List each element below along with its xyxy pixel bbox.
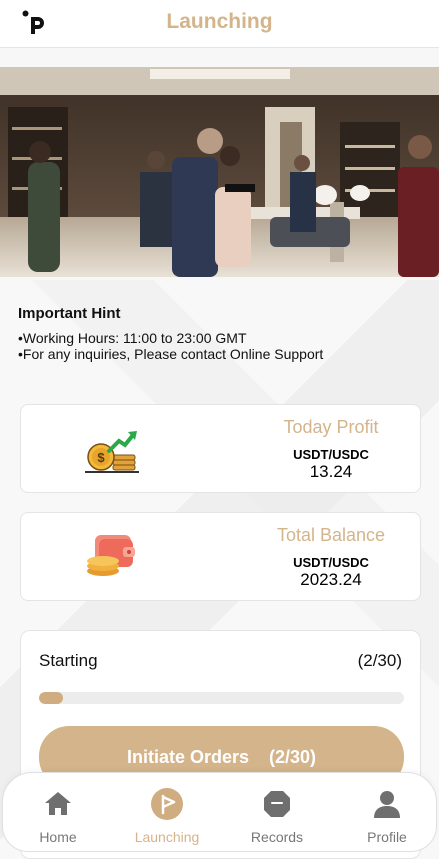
octagon-icon — [264, 791, 290, 817]
nav-item-records[interactable]: Records — [232, 787, 322, 845]
today-profit-label: Today Profit — [283, 417, 379, 437]
hint-line-text: For any inquiries, Please contact Online… — [22, 346, 324, 362]
today-profit-card: $ Today Profit USDT/USDC 13.24 — [20, 404, 421, 493]
wallet-coins-icon — [87, 535, 135, 576]
progress-bar — [39, 692, 404, 704]
page-title: Launching — [166, 10, 273, 33]
nav-label: Launching — [134, 829, 200, 845]
progress-label: Starting — [39, 651, 98, 670]
coins-growth-icon: $ — [85, 431, 139, 473]
important-hint: Important Hint •Working Hours: 11:00 to … — [18, 305, 323, 362]
total-balance-unit: USDT/USDC — [293, 555, 369, 570]
total-balance-value: 2023.24 — [300, 570, 362, 589]
progress-bar-fill — [39, 692, 64, 704]
flag-icon — [151, 788, 183, 820]
hint-line-text: Working Hours: 11:00 to 23:00 GMT — [22, 330, 247, 346]
top-header: Launching — [0, 0, 439, 48]
nav-label: Profile — [367, 829, 407, 845]
nav-item-launching[interactable]: Launching — [122, 787, 212, 845]
today-profit-value: 13.24 — [309, 462, 353, 481]
nav-label: Records — [250, 829, 304, 845]
total-balance-label: Total Balance — [276, 525, 386, 545]
total-balance-card: Total Balance USDT/USDC 2023.24 — [20, 512, 421, 601]
today-profit-unit: USDT/USDC — [293, 447, 369, 462]
hint-line: •For any inquiries, Please contact Onlin… — [18, 346, 324, 362]
svg-text:$: $ — [97, 450, 105, 465]
user-icon — [374, 791, 400, 818]
bottom-navigation: Home Launching Records Profile — [2, 772, 437, 852]
hint-title: Important Hint — [18, 305, 121, 322]
progress-count: (2/30) — [357, 651, 402, 670]
hero-banner-image — [0, 67, 439, 277]
hint-line: •Working Hours: 11:00 to 23:00 GMT — [18, 330, 247, 346]
nav-label: Home — [39, 829, 77, 845]
nav-item-home[interactable]: Home — [13, 787, 103, 845]
nav-item-profile[interactable]: Profile — [342, 787, 432, 845]
home-icon — [45, 792, 71, 815]
